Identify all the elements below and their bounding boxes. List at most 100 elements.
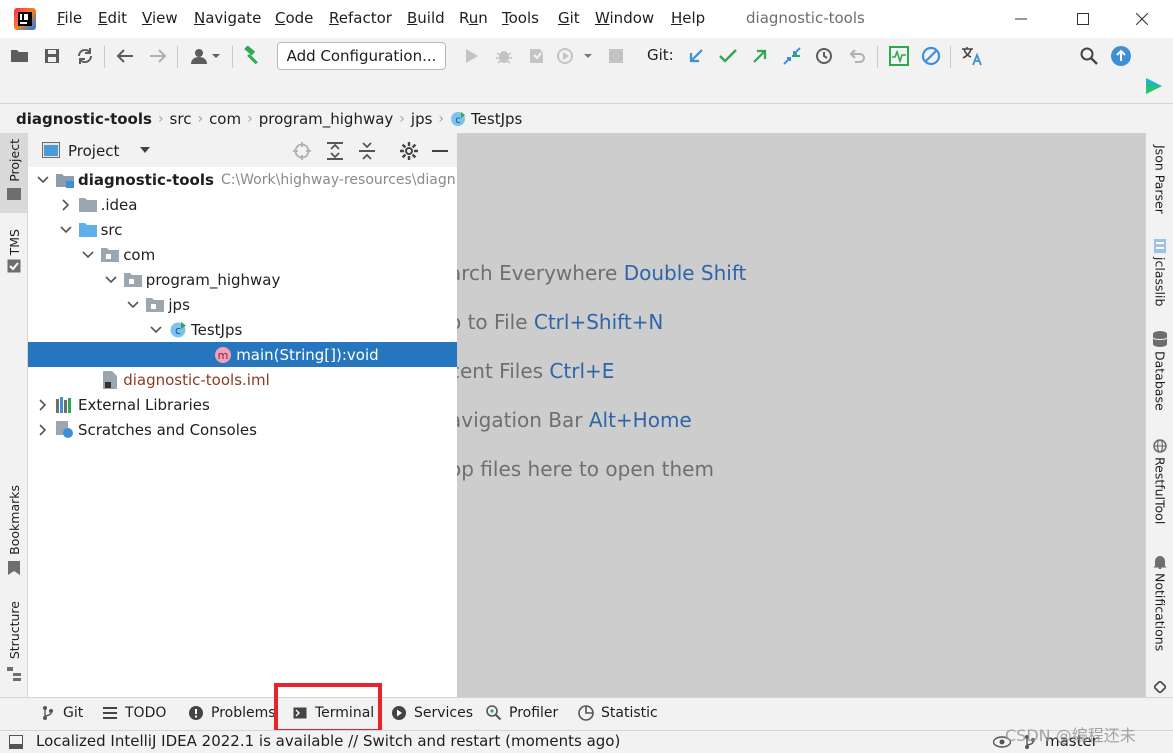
menu-build[interactable]: Build bbox=[407, 9, 445, 27]
add-configuration-button[interactable]: Add Configuration... bbox=[277, 42, 446, 70]
tool-tab-statistic[interactable]: Statistic bbox=[578, 705, 658, 721]
tree-item[interactable]: jps bbox=[28, 292, 457, 317]
tree-item[interactable]: c TestJps bbox=[28, 317, 457, 342]
tree-item-label: program_highway bbox=[145, 270, 281, 289]
tree-item[interactable]: Scratches and Consoles bbox=[28, 417, 457, 442]
chevron-down-icon[interactable] bbox=[149, 323, 163, 337]
forward-arrow-icon[interactable] bbox=[146, 44, 170, 68]
git-update-icon[interactable] bbox=[684, 44, 708, 68]
history-clock-icon[interactable] bbox=[812, 44, 836, 68]
editor-empty-area[interactable]: arch Everywhere Double Shift o to File Ct… bbox=[457, 133, 1145, 697]
menu-help[interactable]: Help bbox=[671, 9, 705, 27]
breadcrumb-label: jps bbox=[410, 109, 433, 128]
tool-tab-problems[interactable]: Problems bbox=[188, 705, 276, 721]
collapse-all-icon[interactable] bbox=[356, 140, 378, 162]
chevron-down-icon[interactable] bbox=[104, 273, 118, 287]
tool-tab-label: Problems bbox=[211, 705, 276, 721]
tree-item[interactable]: diagnostic-tools.iml bbox=[28, 367, 457, 392]
menu-code[interactable]: Code bbox=[275, 9, 313, 27]
menu-edit[interactable]: Edit bbox=[98, 9, 127, 27]
hint-text: op files here to open them bbox=[457, 457, 714, 481]
tree-item[interactable]: program_highway bbox=[28, 267, 457, 292]
run-icon[interactable] bbox=[460, 44, 484, 68]
back-arrow-icon[interactable] bbox=[113, 44, 137, 68]
bookmarks-tool-tab[interactable]: Bookmarks bbox=[0, 485, 28, 585]
tree-item[interactable]: src bbox=[28, 217, 457, 242]
tool-tab-services[interactable]: Services bbox=[391, 705, 473, 721]
minimize-button[interactable] bbox=[998, 6, 1044, 32]
tree-item[interactable]: External Libraries bbox=[28, 392, 457, 417]
tree-item-selected[interactable]: m main(String[]):void bbox=[28, 342, 457, 367]
tree-item[interactable]: com bbox=[28, 242, 457, 267]
menu-run[interactable]: Run bbox=[459, 9, 488, 27]
activity-monitor-icon[interactable] bbox=[887, 44, 911, 68]
breadcrumb-item[interactable]: diagnostic-tools bbox=[16, 110, 152, 128]
open-folder-icon[interactable] bbox=[8, 44, 32, 68]
intellij-logo-icon[interactable] bbox=[14, 8, 36, 30]
menu-git[interactable]: Git bbox=[558, 9, 580, 27]
maximize-button[interactable] bbox=[1060, 6, 1106, 32]
chevron-down-icon[interactable] bbox=[59, 223, 73, 237]
ai-assistant-icon[interactable] bbox=[1146, 681, 1173, 697]
search-everywhere-icon[interactable] bbox=[1077, 44, 1101, 68]
chevron-down-icon[interactable] bbox=[36, 173, 50, 187]
chevron-down-icon[interactable] bbox=[81, 248, 95, 262]
tool-tab-todo[interactable]: TODO bbox=[102, 705, 166, 721]
tree-item[interactable]: .idea bbox=[28, 192, 457, 217]
structure-tool-tab[interactable]: Structure bbox=[0, 601, 28, 691]
update-available-icon[interactable] bbox=[1109, 44, 1133, 68]
breadcrumb-item[interactable]: c TestJps bbox=[450, 110, 522, 128]
project-view-selector[interactable]: Project bbox=[68, 142, 119, 160]
toggle-tool-windows-icon[interactable] bbox=[9, 735, 23, 749]
profile-run-icon[interactable] bbox=[555, 44, 595, 68]
tree-item-label: src bbox=[100, 220, 123, 239]
project-tool-tab[interactable]: Project bbox=[0, 133, 28, 213]
user-dropdown-icon[interactable] bbox=[188, 44, 222, 68]
code-with-me-icon[interactable] bbox=[1142, 74, 1166, 98]
menu-file[interactable]: File bbox=[57, 9, 82, 27]
locate-target-icon[interactable] bbox=[291, 140, 313, 162]
menu-window[interactable]: Window bbox=[595, 9, 654, 27]
coverage-icon[interactable] bbox=[524, 44, 548, 68]
restfultool-tool-tab[interactable]: RestfulTool bbox=[1146, 439, 1173, 539]
json-parser-tool-tab[interactable]: Json Parser bbox=[1146, 145, 1173, 235]
sync-icon[interactable] bbox=[73, 44, 97, 68]
menu-view[interactable]: View bbox=[142, 9, 178, 27]
breadcrumb-item[interactable]: com bbox=[209, 110, 241, 128]
chevron-right-icon[interactable] bbox=[36, 398, 50, 412]
chevron-down-icon[interactable] bbox=[140, 147, 150, 153]
gear-icon[interactable] bbox=[398, 140, 420, 162]
translate-icon[interactable] bbox=[960, 44, 984, 68]
database-tool-tab[interactable]: Database bbox=[1146, 331, 1173, 421]
debug-icon[interactable] bbox=[492, 44, 516, 68]
breadcrumb-item[interactable]: program_highway bbox=[259, 110, 394, 128]
chevron-right-icon[interactable] bbox=[59, 198, 73, 212]
tool-tab-profiler[interactable]: Profiler bbox=[486, 705, 558, 721]
breadcrumb-label: src bbox=[169, 109, 192, 128]
menu-navigate[interactable]: Navigate bbox=[194, 9, 261, 27]
tms-tool-tab[interactable]: TMS bbox=[0, 229, 28, 289]
chevron-right-icon[interactable] bbox=[36, 423, 50, 437]
jclasslib-tool-tab[interactable]: jclasslib bbox=[1146, 239, 1173, 319]
build-hammer-icon[interactable] bbox=[241, 44, 265, 68]
breadcrumb-item[interactable]: src bbox=[170, 110, 192, 128]
tree-item[interactable]: diagnostic-tools C:\Work\highway-resource… bbox=[28, 167, 457, 192]
git-push-icon[interactable] bbox=[748, 44, 772, 68]
status-message[interactable]: Localized IntelliJ IDEA 2022.1 is availa… bbox=[36, 732, 620, 750]
save-all-icon[interactable] bbox=[40, 44, 64, 68]
hide-panel-icon[interactable] bbox=[429, 140, 451, 162]
git-merge-icon[interactable] bbox=[780, 44, 804, 68]
tool-tab-git[interactable]: Git bbox=[40, 705, 83, 721]
no-entry-icon[interactable] bbox=[919, 44, 943, 68]
git-commit-icon[interactable] bbox=[716, 44, 740, 68]
stop-icon[interactable] bbox=[604, 44, 628, 68]
menu-refactor[interactable]: Refactor bbox=[329, 9, 392, 27]
toolbar-separator bbox=[232, 46, 233, 68]
menu-tools[interactable]: Tools bbox=[502, 9, 539, 27]
close-button[interactable] bbox=[1119, 6, 1165, 32]
expand-all-icon[interactable] bbox=[324, 140, 346, 162]
chevron-down-icon[interactable] bbox=[126, 298, 140, 312]
rollback-icon[interactable] bbox=[845, 44, 869, 68]
breadcrumb-item[interactable]: jps bbox=[411, 110, 433, 128]
notifications-tool-tab[interactable]: Notifications bbox=[1146, 555, 1173, 665]
